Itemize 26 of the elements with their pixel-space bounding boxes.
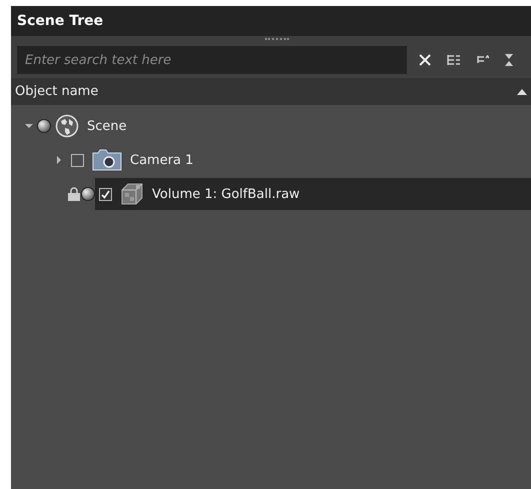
checkbox[interactable] [71, 154, 84, 166]
sphere-icon[interactable] [37, 119, 51, 133]
sphere-icon[interactable] [81, 187, 95, 201]
tree-expand-icon [447, 54, 461, 66]
expand-arrow-icon[interactable] [55, 156, 63, 164]
search-field[interactable]: Enter search text here [17, 46, 407, 74]
tree-item[interactable]: Scene [51, 110, 531, 142]
camera-icon [92, 149, 122, 171]
column-title: Object name [15, 84, 98, 99]
close-icon [419, 54, 431, 66]
sort-icon [505, 53, 513, 67]
drag-handle[interactable] [265, 38, 289, 42]
checkbox[interactable] [99, 188, 112, 200]
item-name: Camera 1 [130, 152, 194, 168]
lock-icon[interactable] [67, 187, 81, 201]
tree-collapse-icon [477, 55, 489, 65]
column-header[interactable]: Object name [11, 78, 531, 105]
tree-item[interactable]: Camera 1 [67, 144, 531, 176]
item-name: Scene [87, 118, 127, 134]
sort-up-icon [517, 88, 527, 94]
collapse-arrow-icon[interactable] [25, 122, 33, 130]
item-name: Volume 1: GolfBall.raw [152, 186, 300, 202]
globe-icon [55, 114, 79, 138]
panel-title: Scene Tree [17, 13, 104, 29]
tree-item[interactable]: Volume 1: GolfBall.raw [95, 178, 531, 210]
cube-icon [120, 182, 144, 206]
